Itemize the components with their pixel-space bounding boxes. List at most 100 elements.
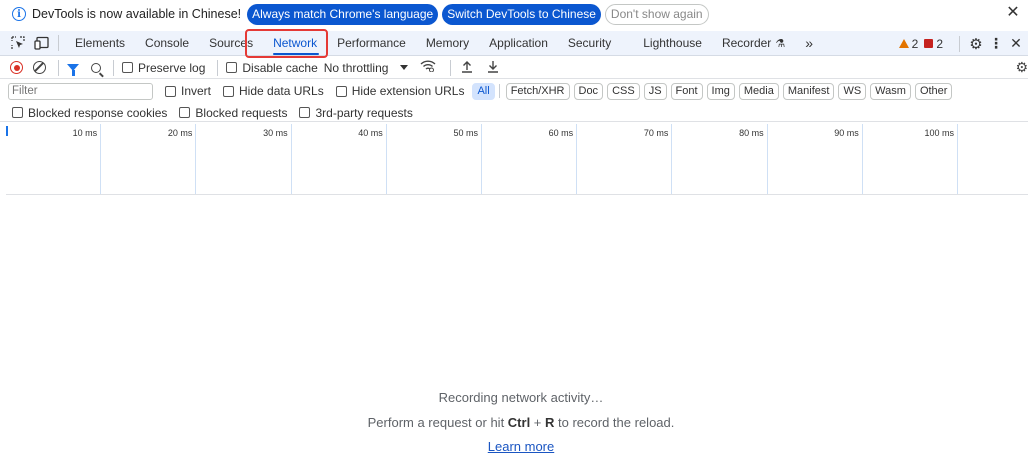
preserve-log-box[interactable] [122, 62, 133, 73]
empty-state-hint: Perform a request or hit Ctrl + R to rec… [0, 415, 1028, 430]
throttling-select[interactable]: No throttling [324, 61, 409, 75]
search-icon[interactable] [91, 62, 101, 73]
always-match-language-button[interactable]: Always match Chrome's language [247, 3, 439, 25]
timeline-tick: 90 ms [768, 124, 863, 194]
tab-performance[interactable]: Performance [327, 31, 416, 56]
third-party-requests-checkbox[interactable]: 3rd-party requests [299, 105, 413, 120]
preserve-log-checkbox[interactable]: Preserve log [122, 61, 205, 75]
more-tabs-icon[interactable]: » [795, 31, 823, 56]
disable-cache-checkbox[interactable]: Disable cache [226, 60, 318, 75]
timeline-tick: 80 ms [672, 124, 768, 194]
hide-extension-urls-checkbox[interactable]: Hide extension URLs [335, 84, 465, 98]
timeline-tick-label: 30 ms [263, 128, 288, 138]
type-filter-css[interactable]: CSS [607, 82, 640, 100]
filter-input[interactable] [8, 82, 153, 100]
type-filter-other[interactable]: Other [914, 82, 953, 100]
hint-text-pre: Perform a request or hit [367, 415, 508, 430]
inspect-element-icon[interactable] [8, 33, 28, 53]
network-overview-timeline[interactable]: 10 ms 20 ms 30 ms 40 ms 50 ms 60 ms 70 ms 80 ms… [6, 124, 1028, 195]
warnings-counter[interactable]: 2 [898, 37, 918, 51]
hide-data-urls-box[interactable] [223, 85, 235, 97]
hide-extension-urls-box[interactable] [335, 85, 347, 97]
timeline-tick: 70 ms [577, 124, 673, 194]
blocked-requests-box[interactable] [179, 107, 191, 118]
tabbar-right-controls: 2 2 ⚙ ⋮ ✕ [898, 31, 1028, 56]
throttling-value: No throttling [323, 60, 389, 75]
type-filter-doc[interactable]: Doc [573, 82, 604, 100]
invert-label: Invert [181, 84, 212, 98]
network-settings-gear-icon[interactable]: ⚙ [1015, 59, 1028, 76]
issues-counter[interactable]: 2 [924, 37, 943, 51]
type-filter-manifest[interactable]: Manifest [782, 82, 835, 100]
invert-box[interactable] [165, 85, 176, 97]
dont-show-again-button[interactable]: Don't show again [604, 3, 709, 25]
info-icon: i [12, 7, 26, 21]
type-filter-font[interactable]: Font [670, 82, 703, 100]
tab-console[interactable]: Console [135, 31, 199, 56]
type-filter-media[interactable]: Media [738, 82, 779, 100]
disable-cache-box[interactable] [226, 62, 238, 73]
hint-text-post: to record the reload. [554, 415, 675, 430]
blocked-requests-checkbox[interactable]: Blocked requests [179, 106, 287, 120]
settings-gear-icon[interactable]: ⚙ [966, 34, 986, 54]
disable-cache-label: Disable cache [242, 60, 318, 75]
tab-lighthouse[interactable]: Lighthouse [633, 31, 712, 56]
third-party-requests-box[interactable] [299, 107, 311, 118]
stop-recording-icon[interactable] [10, 61, 23, 74]
toolbar-divider [58, 59, 59, 76]
network-conditions-icon[interactable] [420, 60, 436, 75]
invert-checkbox[interactable]: Invert [165, 84, 211, 98]
timeline-tick: 30 ms [196, 124, 292, 194]
timeline-tick: 60 ms [482, 124, 578, 194]
type-filter-all[interactable]: All [472, 82, 495, 100]
import-har-icon[interactable] [461, 60, 473, 76]
timeline-tick-label: 50 ms [453, 128, 478, 138]
timeline-tick-label: 100 ms [924, 128, 954, 138]
tab-security[interactable]: Security [558, 31, 621, 56]
issues-count: 2 [936, 36, 943, 51]
learn-more-link[interactable]: Learn more [488, 439, 554, 454]
network-toolbar: Preserve log Disable cache No throttling… [0, 57, 1028, 79]
type-filter-fetch-xhr[interactable]: Fetch/XHR [505, 82, 570, 100]
more-options-icon[interactable]: ⋮ [986, 34, 1006, 54]
hide-extension-urls-label: Hide extension URLs [351, 84, 465, 98]
close-icon[interactable]: ✕ [1004, 4, 1022, 22]
export-har-icon[interactable] [487, 60, 499, 76]
devtools-tabbar: Elements Console Sources Network Perform… [0, 31, 1028, 56]
blocked-requests-label: Blocked requests [195, 105, 288, 120]
tab-elements[interactable]: Elements [65, 31, 135, 56]
device-toolbar-icon[interactable] [32, 33, 52, 53]
toolbar-divider [959, 35, 960, 52]
hide-data-urls-label: Hide data URLs [239, 84, 324, 98]
timeline-tick-label: 10 ms [72, 128, 98, 138]
tab-network[interactable]: Network [263, 31, 327, 56]
hide-data-urls-checkbox[interactable]: Hide data URLs [223, 84, 324, 98]
close-devtools-icon[interactable]: ✕ [1006, 34, 1026, 54]
chevron-down-icon [400, 65, 409, 70]
tab-application[interactable]: Application [479, 31, 558, 56]
clear-icon[interactable] [33, 61, 46, 74]
tab-sources[interactable]: Sources [199, 31, 263, 56]
tab-memory[interactable]: Memory [416, 31, 479, 56]
blocked-response-cookies-box[interactable] [12, 107, 23, 118]
blocked-response-cookies-checkbox[interactable]: Blocked response cookies [12, 106, 167, 120]
hint-plus: + [530, 415, 546, 430]
switch-to-chinese-button[interactable]: Switch DevTools to Chinese [442, 3, 601, 25]
filter-row: Invert Hide data URLs Hide extension URL… [0, 80, 1028, 102]
third-party-requests-label: 3rd-party requests [315, 105, 413, 120]
preserve-log-label: Preserve log [138, 60, 206, 75]
type-filter-img[interactable]: Img [706, 82, 735, 100]
chip-divider [498, 84, 500, 98]
tab-recorder[interactable]: Recorder ⚗ [712, 31, 795, 56]
timeline-tick-label: 20 ms [167, 128, 193, 138]
type-filter-ws[interactable]: WS [838, 82, 867, 100]
type-filter-wasm[interactable]: Wasm [870, 82, 911, 100]
type-filter-js[interactable]: JS [643, 82, 667, 100]
tab-recorder-label: Recorder [721, 36, 772, 50]
filter-funnel-icon[interactable] [67, 64, 79, 76]
blocked-response-cookies-label: Blocked response cookies [28, 105, 168, 120]
infobar-message: DevTools is now available in Chinese! [32, 7, 242, 21]
timeline-tick: 100 ms [863, 124, 958, 194]
language-infobar: i DevTools is now available in Chinese! … [0, 0, 1028, 28]
timeline-tick: 10 ms [6, 124, 102, 194]
